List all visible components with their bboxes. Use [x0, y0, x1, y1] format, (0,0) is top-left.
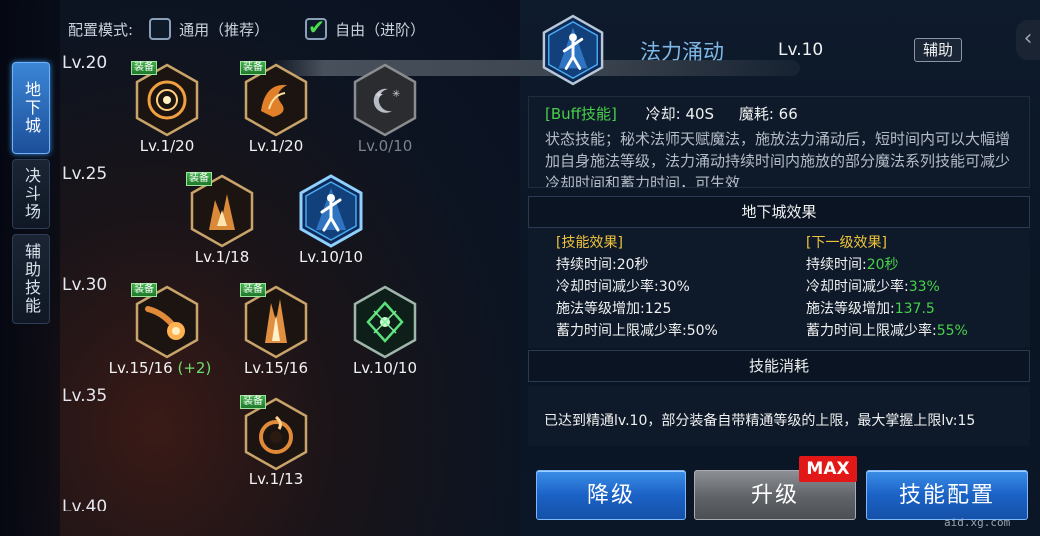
skill-level-bonus: (+2): [177, 359, 212, 377]
effect-row: 冷却时间减少率:33%: [806, 276, 968, 298]
chevron-left-icon[interactable]: ‹: [1016, 20, 1040, 60]
skill-level-text: Lv.15/16 (+2): [100, 359, 220, 377]
skill-level-text: Lv.1/20: [248, 137, 304, 155]
free-checkbox[interactable]: [305, 15, 328, 40]
buff-tag: [Buff技能]: [545, 105, 617, 123]
tab-dungeon[interactable]: 地下城: [12, 62, 50, 154]
equip-tag: 装备: [186, 172, 212, 186]
skill-current-level: Lv.10: [778, 40, 824, 60]
mode-option-general[interactable]: 通用（推荐）: [149, 18, 269, 40]
skill-window: 配置模式: 通用（推荐） 自由（进阶） 地下城 决斗场 辅助技能 Lv.20 L…: [0, 0, 1040, 536]
equip-tag: 装备: [240, 283, 266, 297]
skill-level-text: Lv.10/10: [298, 248, 364, 266]
equip-tag: 装备: [131, 61, 157, 75]
effect-label: 施法等级增加:: [806, 301, 895, 317]
skill-level-text: Lv.10/10: [352, 359, 418, 377]
svg-text:✳: ✳: [392, 89, 400, 100]
config-mode-bar: 配置模式: 通用（推荐） 自由（进阶）: [68, 15, 461, 42]
skill-slot[interactable]: 装备: [131, 283, 200, 359]
skill-cost-header: 技能消耗: [528, 350, 1030, 382]
general-checkbox[interactable]: [149, 18, 172, 40]
effect-row: 持续时间:20秒: [806, 254, 968, 276]
mode-option-free-label: 自由（进阶）: [335, 20, 426, 39]
effect-row: 施法等级增加:125: [556, 301, 672, 317]
skill-description-box: [Buff技能] 冷却: 40S 魔耗: 66 状态技能；秘术法师天赋魔法，施放…: [528, 96, 1030, 188]
equip-tag: 装备: [131, 283, 157, 297]
skill-slot[interactable]: 装备: [240, 395, 309, 471]
skill-slot[interactable]: 装备: [240, 61, 309, 137]
downgrade-button[interactable]: 降级: [536, 470, 686, 520]
tab-arena[interactable]: 决斗场: [12, 159, 50, 229]
mana-surge-icon: [542, 14, 604, 86]
skill-level-text: Lv.1/18: [194, 248, 250, 266]
skill-level-text: Lv.1/13: [248, 470, 304, 488]
next-effects: [下一级效果] 持续时间:20秒 冷却时间减少率:33% 施法等级增加:137.…: [806, 232, 968, 342]
effect-row: 持续时间:20秒: [556, 257, 649, 273]
current-effects: [技能效果] 持续时间:20秒 冷却时间减少率:30% 施法等级增加:125 蓄…: [556, 232, 718, 342]
current-effects-header: [技能效果]: [556, 235, 623, 251]
effect-label: 持续时间:: [806, 257, 867, 273]
tab-support[interactable]: 辅助技能: [12, 234, 50, 324]
effects-box: [技能效果] 持续时间:20秒 冷却时间减少率:30% 施法等级增加:125 蓄…: [528, 228, 1030, 348]
effect-label: 蓄力时间上限减少率:: [806, 323, 937, 339]
skill-slot[interactable]: 装备: [186, 172, 255, 248]
mode-option-free[interactable]: 自由（进阶）: [305, 15, 426, 40]
skill-type-badge: 辅助: [914, 38, 962, 62]
skill-level-text: Lv.1/20: [139, 137, 195, 155]
skill-slot[interactable]: 装备: [240, 283, 309, 359]
cooldown-text: 冷却: 40S: [645, 105, 715, 123]
skill-level-text: Lv.0/10: [357, 137, 413, 155]
skill-meta-row: [Buff技能] 冷却: 40S 魔耗: 66: [545, 103, 1013, 124]
equip-tag: 装备: [240, 395, 266, 409]
effect-row: 施法等级增加:137.5: [806, 298, 968, 320]
skill-slot[interactable]: 装备: [131, 61, 200, 137]
watermark: aid.xg.com: [944, 516, 1011, 529]
effect-row: 蓄力时间上限减少率:50%: [556, 323, 718, 339]
effect-value: 20秒: [866, 257, 899, 273]
dungeon-effect-header: 地下城效果: [528, 196, 1030, 228]
equip-tag: 装备: [240, 61, 266, 75]
effect-row: 蓄力时间上限减少率:55%: [806, 320, 968, 342]
svg-text:✦: ✦: [374, 88, 384, 102]
level-row-label: Lv.20: [62, 53, 108, 73]
config-mode-label: 配置模式:: [68, 20, 134, 39]
skill-level-value: Lv.15/16: [108, 359, 173, 377]
max-badge: MAX: [799, 456, 857, 482]
effect-value: 33%: [908, 279, 940, 295]
effect-label: 冷却时间减少率:: [806, 279, 909, 295]
side-tabs: 地下城 决斗场 辅助技能: [12, 62, 52, 329]
green-rune-icon: [353, 285, 417, 359]
redaction-smear: [270, 60, 800, 76]
skill-level-text: Lv.15/16: [243, 359, 309, 377]
skill-config-button[interactable]: 技能配置: [866, 470, 1028, 520]
effect-value: 55%: [936, 323, 968, 339]
skill-slot-selected[interactable]: [298, 174, 364, 248]
mode-option-general-label: 通用（推荐）: [179, 20, 270, 39]
skill-slot[interactable]: ✦ ✳: [352, 63, 418, 137]
moon-star-icon: ✦ ✳: [353, 63, 417, 137]
effect-value: 137.5: [894, 301, 935, 317]
mana-surge-icon: [299, 174, 363, 248]
mana-cost-text: 魔耗: 66: [738, 105, 798, 123]
level-row-label: Lv.30: [62, 275, 108, 295]
skill-slot[interactable]: [352, 285, 418, 359]
skill-description: 状态技能；秘术法师天赋魔法，施放法力涌动后，短时间内可以大幅增加自身施法等级，法…: [545, 130, 1011, 188]
mastery-text: 已达到精通lv.10，部分装备自带精通等级的上限，最大掌握上限lv:15: [528, 386, 1030, 446]
level-row-label: Lv.35: [62, 386, 108, 406]
effect-row: 冷却时间减少率:30%: [556, 279, 690, 295]
level-row-label: Lv.25: [62, 164, 108, 184]
next-effects-header: [下一级效果]: [806, 235, 887, 251]
level-row-label: Lv.40: [62, 497, 108, 511]
